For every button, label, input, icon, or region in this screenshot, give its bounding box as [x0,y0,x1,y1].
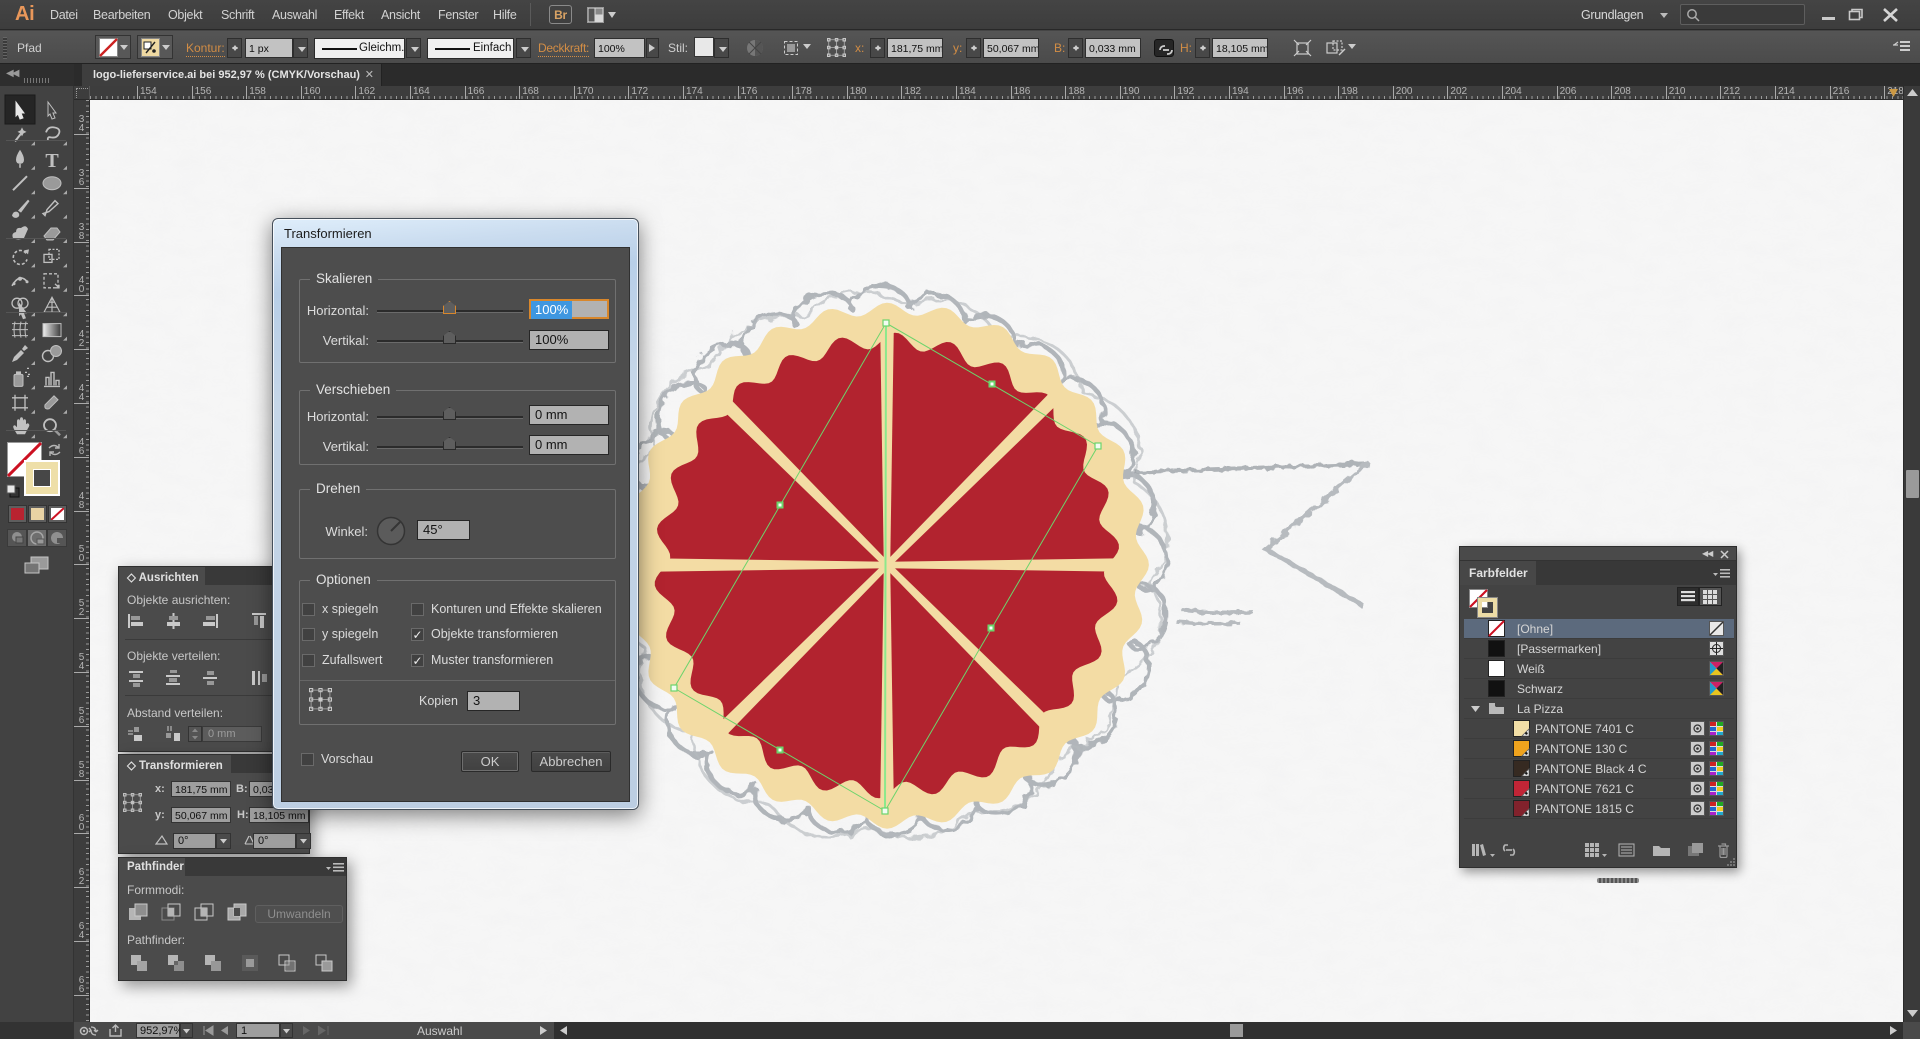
svg-text:T: T [45,150,59,172]
